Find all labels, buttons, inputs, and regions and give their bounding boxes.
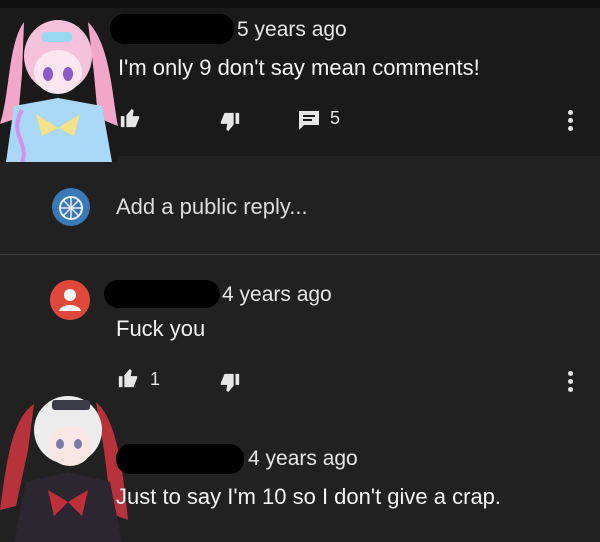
redacted-username (110, 14, 234, 44)
top-bar (0, 0, 600, 8)
thumbs-up-icon[interactable] (116, 366, 140, 390)
comment-text: Fuck you (116, 316, 206, 341)
comment-icon[interactable] (296, 108, 322, 132)
like-count: 1 (150, 369, 161, 389)
thumbs-down-icon[interactable] (218, 110, 242, 134)
avatar[interactable] (50, 280, 90, 320)
more-vertical-icon[interactable] (568, 371, 574, 395)
redacted-username (104, 280, 220, 308)
avatar[interactable] (0, 14, 118, 162)
more-vertical-icon[interactable] (568, 110, 574, 134)
divider (0, 254, 600, 255)
reply-count: 5 (330, 108, 341, 128)
comment-time: 4 years ago (222, 283, 332, 306)
reply-input[interactable]: Add a public reply... (116, 194, 308, 220)
comment-time: 5 years ago (237, 18, 347, 41)
avatar (52, 188, 90, 226)
thumbs-down-icon[interactable] (218, 371, 242, 395)
thumbs-up-icon[interactable] (118, 106, 142, 130)
comment-time: 4 years ago (248, 447, 358, 470)
avatar[interactable] (0, 390, 135, 542)
comment-text: I'm only 9 don't say mean comments! (118, 55, 480, 80)
redacted-username (116, 444, 244, 474)
comment-text: Just to say I'm 10 so I don't give a cra… (116, 484, 502, 509)
